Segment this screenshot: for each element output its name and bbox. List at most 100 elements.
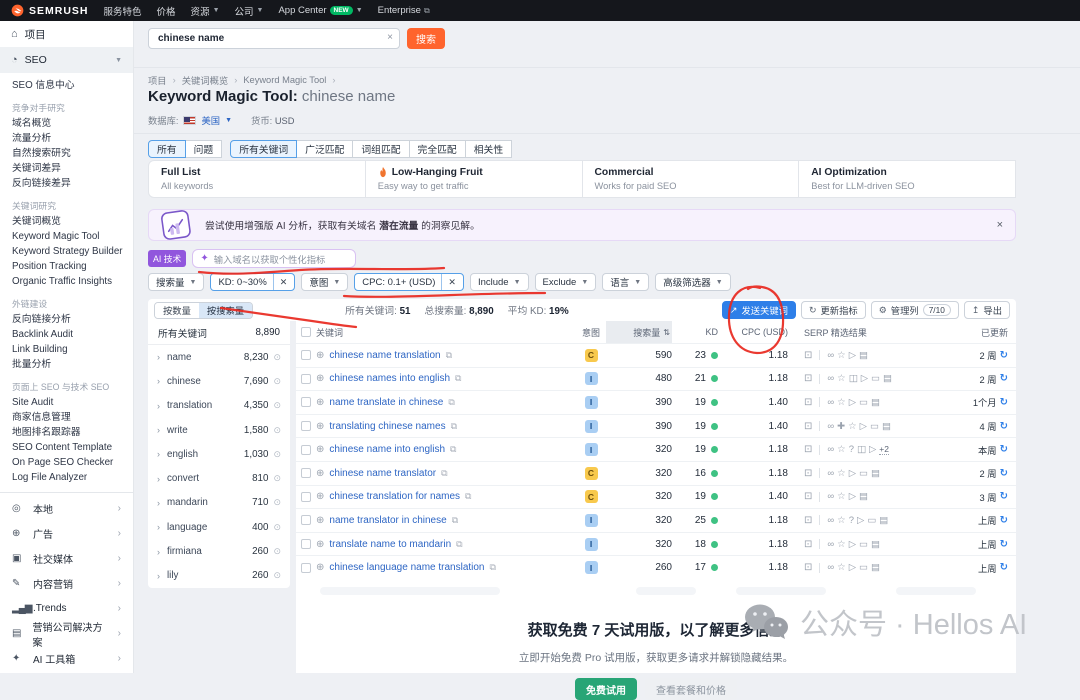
sidebar-link[interactable]: 商家信息管理 — [0, 410, 133, 425]
col-header-serp[interactable]: SERP 精选结果 — [788, 326, 950, 339]
serp-snapshot-icon[interactable]: ⧉ — [452, 515, 458, 526]
expand-chevron-icon[interactable]: › — [157, 352, 160, 362]
eye-icon[interactable]: ⊙ — [273, 522, 281, 533]
expand-chevron-icon[interactable]: › — [157, 522, 160, 532]
nav-app-center[interactable]: App Center NEW ▼ — [278, 5, 362, 16]
sidebar-link[interactable]: 关键词差异 — [0, 161, 133, 176]
add-keyword-icon[interactable]: ⊕ — [316, 562, 324, 573]
refresh-row-icon[interactable]: ↻ — [1000, 350, 1008, 361]
preset-card[interactable]: Low-Hanging Fruit Easy way to get traffi… — [365, 160, 583, 198]
sort-toggle-option[interactable]: 按搜索量 — [199, 303, 252, 318]
sidebar-link[interactable]: Position Tracking — [0, 259, 133, 274]
refresh-row-icon[interactable]: ↻ — [1000, 468, 1008, 479]
keyword-group-row[interactable]: › convert 810 ⊙ — [148, 466, 290, 490]
expand-chevron-icon[interactable]: › — [157, 571, 160, 581]
refresh-row-icon[interactable]: ↻ — [1000, 397, 1008, 408]
row-checkbox[interactable] — [301, 515, 311, 525]
add-keyword-icon[interactable]: ⊕ — [316, 515, 324, 526]
serp-snapshot-icon[interactable]: ⧉ — [441, 468, 447, 479]
remove-filter-icon[interactable]: ✕ — [273, 274, 288, 290]
sidebar-link[interactable]: SEO Content Template — [0, 440, 133, 455]
eye-icon[interactable]: ⊙ — [273, 497, 281, 508]
serp-snapshot-icon[interactable]: ⧉ — [490, 562, 496, 573]
serp-snapshot-icon[interactable]: ⧉ — [451, 421, 457, 432]
expand-chevron-icon[interactable]: › — [157, 425, 160, 435]
tab-chip[interactable]: 广泛匹配 — [296, 140, 353, 158]
preset-card[interactable]: Full List All keywords — [148, 160, 366, 198]
expand-chevron-icon[interactable]: › — [157, 474, 160, 484]
eye-icon[interactable]: ⊙ — [273, 425, 281, 436]
serp-preview-icon[interactable]: ⊡ — [804, 350, 812, 361]
row-checkbox[interactable] — [301, 397, 311, 407]
sidebar-bottom-item[interactable]: ▂▄▆ .Trends › — [0, 596, 133, 621]
keyword-group-row[interactable]: › mandarin 710 ⊙ — [148, 491, 290, 515]
preset-card[interactable]: Commercial Works for paid SEO — [582, 160, 800, 198]
preset-card[interactable]: AI Optimization Best for LLM-driven SEO — [798, 160, 1016, 198]
sidebar-link[interactable]: 外链建设 — [0, 297, 133, 312]
eye-icon[interactable]: ⊙ — [273, 400, 281, 411]
filter-chip[interactable]: 语言 ▼ — [602, 273, 649, 291]
add-keyword-icon[interactable]: ⊕ — [316, 397, 324, 408]
refresh-row-icon[interactable]: ↻ — [1000, 491, 1008, 502]
sort-toggle-option[interactable]: 按数量 — [155, 303, 199, 318]
export-button[interactable]: ↥ 导出 — [964, 301, 1010, 319]
filter-chip[interactable]: Include ▼ — [470, 273, 529, 291]
row-checkbox[interactable] — [301, 421, 311, 431]
nav-enterprise[interactable]: Enterprise ⧉ — [378, 5, 430, 16]
col-header-kd[interactable]: KD — [672, 327, 718, 337]
serp-preview-icon[interactable]: ⊡ — [804, 468, 812, 479]
select-all-checkbox[interactable] — [301, 327, 311, 337]
sidebar-link[interactable]: 反向链接差异 — [0, 176, 133, 191]
eye-icon[interactable]: ⊙ — [273, 546, 281, 557]
sidebar-bottom-item[interactable]: ▤ 营销公司解决方案 › — [0, 621, 133, 646]
sidebar-link[interactable]: Organic Traffic Insights — [0, 274, 133, 289]
tab-chip[interactable]: 词组匹配 — [352, 140, 409, 158]
keyword-link[interactable]: chinese translation for names — [329, 491, 460, 502]
add-keyword-icon[interactable]: ⊕ — [316, 468, 324, 479]
serp-preview-icon[interactable]: ⊡ — [804, 373, 812, 384]
keyword-link[interactable]: chinese names into english — [329, 373, 450, 384]
sidebar-link[interactable]: 批量分析 — [0, 357, 133, 372]
row-checkbox[interactable] — [301, 539, 311, 549]
sidebar-link[interactable]: 地图排名跟踪器 — [0, 425, 133, 440]
row-checkbox[interactable] — [301, 374, 311, 384]
sidebar-link[interactable]: 竞争对手研究 — [0, 101, 133, 116]
serp-preview-icon[interactable]: ⊡ — [804, 539, 812, 550]
refresh-row-icon[interactable]: ↻ — [1000, 562, 1008, 573]
tab-chip[interactable]: 问题 — [185, 140, 223, 158]
col-header-keyword[interactable]: 关键词 — [316, 326, 576, 339]
tab-chip[interactable]: 所有关键词 — [230, 140, 297, 158]
search-button[interactable]: 搜索 — [407, 28, 445, 49]
refresh-metrics-button[interactable]: ↻ 更新指标 — [801, 301, 866, 319]
breadcrumb-item[interactable]: 项目› — [148, 73, 176, 87]
semrush-logo[interactable]: SEMRUSH — [11, 4, 89, 17]
keyword-group-row[interactable]: › firmiana 260 ⊙ — [148, 539, 290, 563]
sidebar-link[interactable]: Site Audit — [0, 395, 133, 410]
sidebar-link[interactable]: Keyword Magic Tool — [0, 229, 133, 244]
sidebar-link[interactable]: Log File Analyzer — [0, 470, 133, 485]
tab-chip[interactable]: 完全匹配 — [409, 140, 466, 158]
row-checkbox[interactable] — [301, 468, 311, 478]
filter-chip[interactable]: CPC: 0.1+ (USD) ✕ — [354, 273, 464, 291]
serp-more-features[interactable]: +2 — [879, 444, 889, 455]
row-checkbox[interactable] — [301, 445, 311, 455]
sidebar-link[interactable]: On Page SEO Checker — [0, 455, 133, 470]
refresh-row-icon[interactable]: ↻ — [1000, 444, 1008, 455]
sidebar-link[interactable]: 流量分析 — [0, 131, 133, 146]
breadcrumb-item[interactable]: 关键词概览› — [182, 73, 238, 87]
sidebar-link[interactable]: 自然搜索研究 — [0, 146, 133, 161]
remove-filter-icon[interactable]: ✕ — [441, 274, 456, 290]
filter-chip[interactable]: Exclude ▼ — [535, 273, 597, 291]
free-trial-button[interactable]: 免费试用 — [575, 678, 637, 700]
serp-snapshot-icon[interactable]: ⧉ — [448, 397, 454, 408]
filter-chip[interactable]: 搜索量 ▼ — [148, 273, 204, 291]
add-keyword-icon[interactable]: ⊕ — [316, 444, 324, 455]
serp-preview-icon[interactable]: ⊡ — [804, 491, 812, 502]
expand-chevron-icon[interactable]: › — [157, 498, 160, 508]
keyword-link[interactable]: chinese name translation — [329, 350, 440, 361]
keyword-link[interactable]: name translator in chinese — [329, 515, 446, 526]
col-header-updated[interactable]: 已更新 — [950, 326, 1016, 339]
send-keywords-button[interactable]: ↗ 发送关键词 — [722, 301, 796, 319]
add-keyword-icon[interactable]: ⊕ — [316, 373, 324, 384]
chevron-down-icon[interactable]: ▼ — [225, 117, 232, 124]
